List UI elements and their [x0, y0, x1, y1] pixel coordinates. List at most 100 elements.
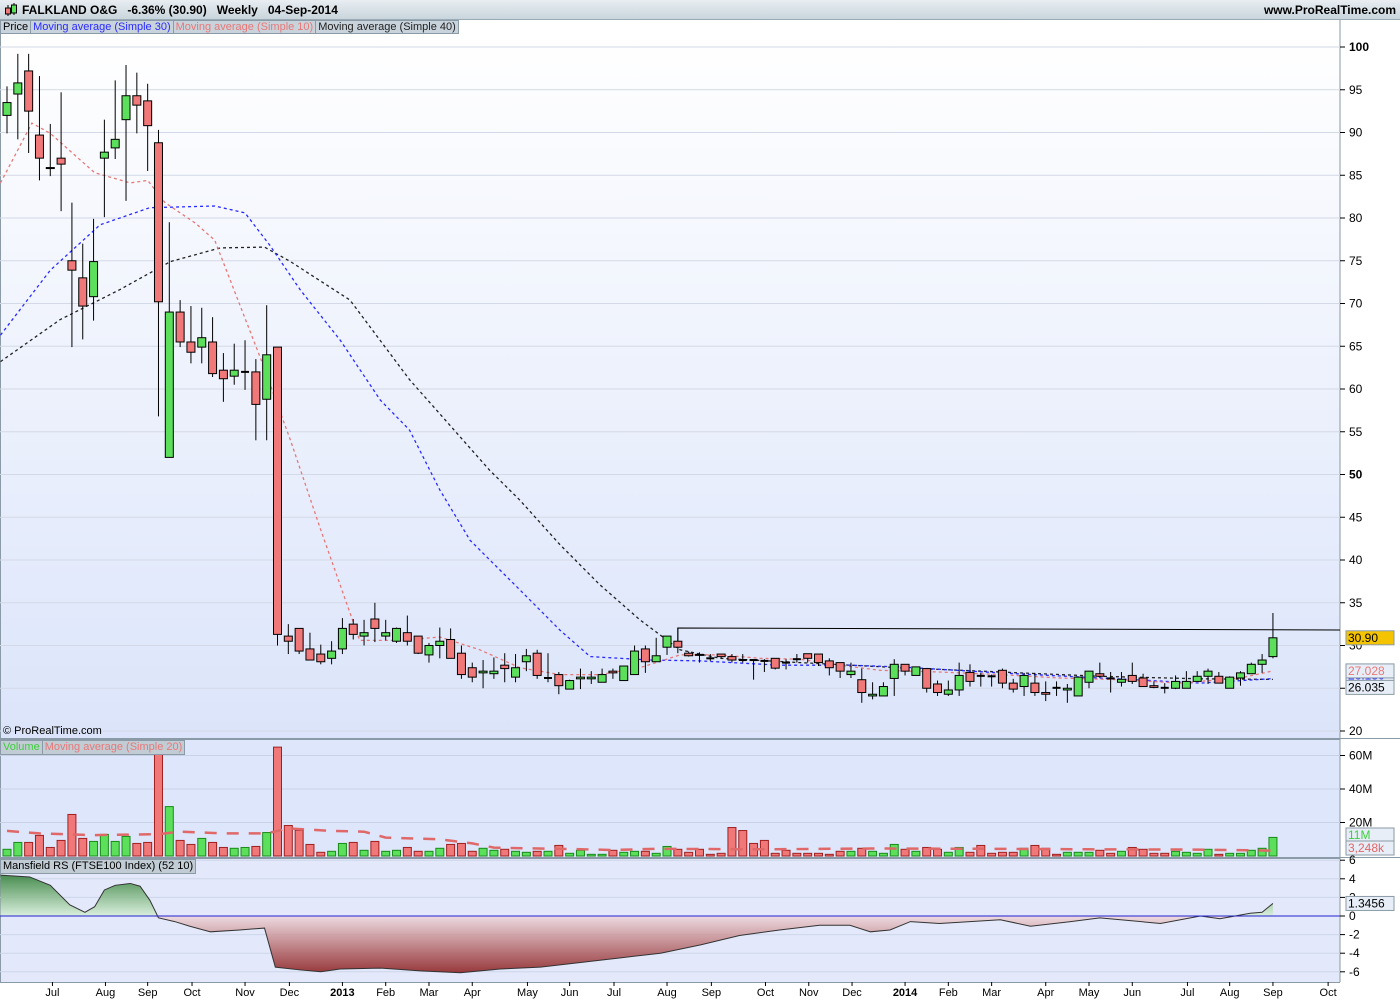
- candle-down: [835, 662, 845, 672]
- volume-bar-down: [251, 845, 261, 857]
- price-tick-label: 70: [1349, 297, 1363, 311]
- volume-bar-down: [1008, 851, 1018, 857]
- volume-bar-up: [89, 840, 99, 857]
- ma40-last-value: 26.035: [1348, 680, 1385, 694]
- candle-up: [1073, 676, 1083, 697]
- candle-up: [489, 670, 499, 675]
- candle-up: [359, 632, 369, 637]
- volume-bar-down: [143, 841, 153, 857]
- volume-bar-up: [1268, 836, 1278, 857]
- candle-down: [218, 369, 228, 380]
- volume-bar-up: [597, 853, 607, 857]
- last-price-value: 30.90: [1348, 631, 1378, 645]
- price-tick-label: 80: [1349, 211, 1363, 225]
- volume-bar-up: [392, 849, 402, 857]
- candle-up: [121, 95, 131, 121]
- candle-down: [251, 371, 261, 405]
- volume-bar-down: [218, 846, 228, 857]
- candle-down: [305, 648, 315, 661]
- candle-up: [521, 655, 531, 663]
- volume-bar-up: [911, 850, 921, 857]
- candle-up: [846, 670, 856, 676]
- legend-price[interactable]: Price: [0, 20, 32, 34]
- candle-down: [56, 157, 66, 165]
- site-link[interactable]: www.ProRealTime.com: [1264, 0, 1396, 20]
- x-tick-label: Aug: [96, 987, 116, 999]
- candle-down: [467, 667, 477, 678]
- legend-ma30[interactable]: Moving average (Simple 30): [30, 20, 174, 34]
- candle-up: [262, 354, 272, 400]
- volume-bar-down: [1030, 844, 1040, 857]
- volume-bar-down: [446, 843, 456, 857]
- price-tick-label: 95: [1349, 83, 1363, 97]
- candle-up: [1268, 637, 1278, 658]
- volume-bar-up: [359, 849, 369, 857]
- legend-volume[interactable]: Volume: [0, 740, 43, 755]
- candle-up: [1116, 678, 1126, 683]
- candle-down: [554, 674, 564, 687]
- candle-down: [316, 653, 326, 663]
- volume-bar-up: [1203, 848, 1213, 857]
- volume-bar-down: [467, 850, 477, 857]
- volume-bar-down: [34, 834, 44, 857]
- volume-bar-up: [1225, 852, 1235, 857]
- candle-up: [229, 369, 239, 377]
- x-tick-label: Apr: [464, 987, 481, 999]
- candle-down: [997, 669, 1007, 684]
- volume-bar-up: [878, 852, 888, 857]
- rs-tick-label: 4: [1349, 872, 1356, 886]
- candle-up: [1181, 680, 1191, 689]
- volume-bar-up: [327, 850, 337, 857]
- candle-up: [1192, 675, 1202, 682]
- candle-down: [283, 635, 293, 642]
- price-tick-label: 20: [1349, 724, 1363, 738]
- period[interactable]: Weekly: [217, 3, 258, 17]
- volume-bar-up: [337, 842, 347, 857]
- volume-bar-down: [1095, 849, 1105, 857]
- volume-bar-up: [13, 841, 23, 857]
- candle-up: [651, 655, 661, 663]
- price-tick-label: 55: [1349, 425, 1363, 439]
- volume-bar-up: [478, 847, 488, 857]
- volume-bar-down: [1138, 848, 1148, 857]
- volume-bar-down: [500, 848, 510, 857]
- rs-legend: Mansfield RS (FTSE100 Index) (52 10): [0, 859, 197, 874]
- legend-ma10[interactable]: Moving average (Simple 10): [172, 20, 317, 34]
- x-tick-label: Jul: [1180, 987, 1194, 999]
- legend-volume-ma20[interactable]: Moving average (Simple 20): [41, 740, 186, 755]
- volume-bar-down: [1149, 852, 1159, 857]
- candle-up: [662, 635, 672, 648]
- volume-bar-up: [435, 847, 445, 857]
- x-tick-label: Jul: [45, 987, 59, 999]
- x-tick-label: Apr: [1037, 987, 1054, 999]
- volume-bar-down: [640, 850, 650, 857]
- volume-bar-down: [24, 841, 34, 857]
- candle-up: [511, 667, 521, 678]
- volume-bar-down: [316, 851, 326, 857]
- volume-bar-up: [543, 850, 553, 857]
- candle-down: [1095, 673, 1105, 677]
- candle-down: [446, 639, 456, 659]
- candle-down: [965, 671, 975, 682]
- x-tick-label: Jun: [1123, 987, 1141, 999]
- candle-up: [424, 645, 434, 656]
- legend-mansfield-rs[interactable]: Mansfield RS (FTSE100 Index) (52 10): [0, 859, 197, 874]
- volume-bar-down: [824, 853, 834, 857]
- candle-up: [89, 261, 99, 298]
- x-tick-label: Sep: [702, 987, 722, 999]
- candle-up: [99, 151, 109, 159]
- volume-bar-down: [370, 840, 380, 857]
- candle-up: [575, 676, 585, 680]
- candle-down: [684, 652, 694, 657]
- candle-up: [327, 650, 337, 659]
- volume-bar-up: [1073, 851, 1083, 857]
- volume-bar-up: [197, 837, 207, 857]
- volume-bar-down: [835, 850, 845, 857]
- x-tick-label: Dec: [842, 987, 862, 999]
- candle-up: [868, 693, 878, 697]
- x-tick-label: Jun: [561, 987, 579, 999]
- candle-up: [1246, 663, 1256, 675]
- chart-canvas[interactable]: 2025303540455055606570758085909510020M40…: [0, 0, 1400, 1000]
- volume-bar-up: [511, 850, 521, 857]
- legend-ma40[interactable]: Moving average (Simple 40): [315, 20, 459, 34]
